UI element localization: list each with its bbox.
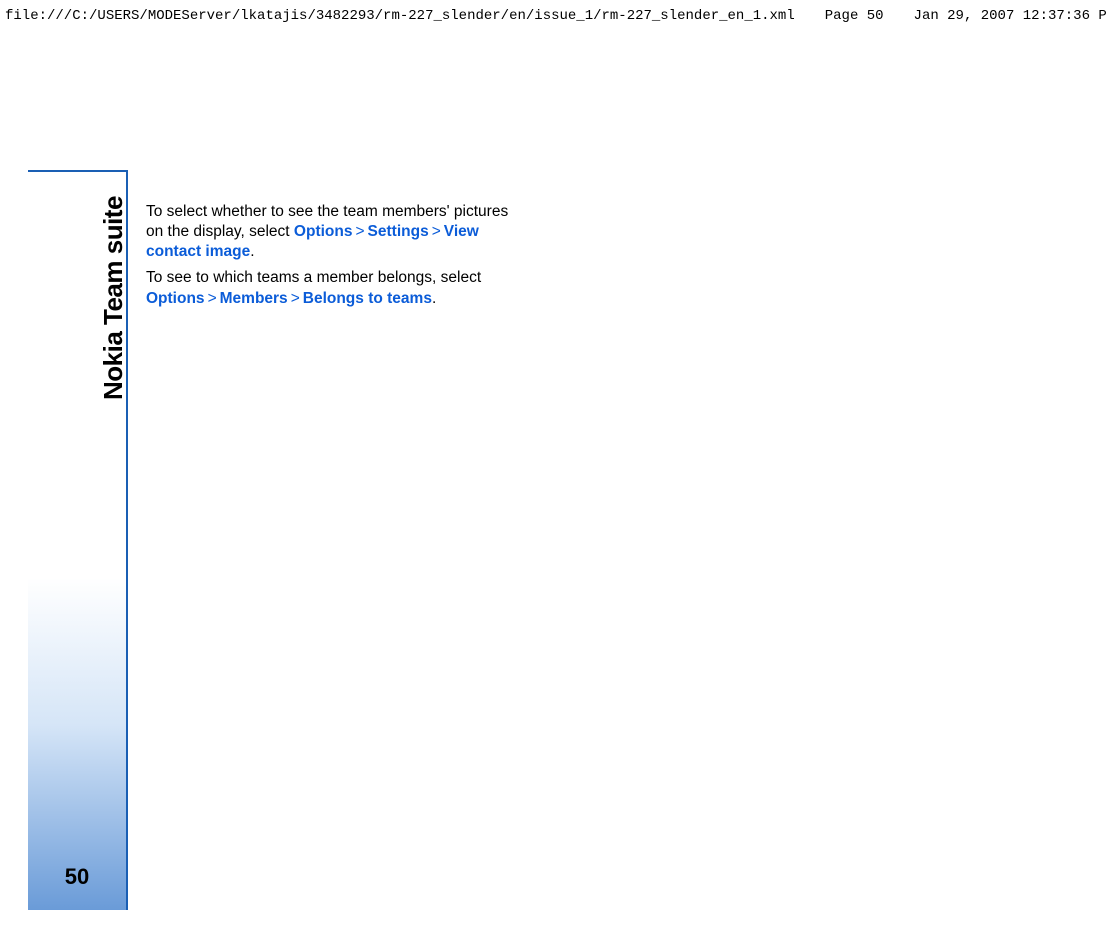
- para2-text: To see to which teams a member belongs, …: [146, 269, 481, 286]
- separator-icon: >: [432, 223, 441, 240]
- separator-icon: >: [355, 223, 364, 240]
- belongs-to-teams-link: Belongs to teams: [303, 290, 432, 307]
- page-label: Page 50: [825, 8, 884, 24]
- para1-end: .: [250, 243, 254, 260]
- separator-icon: >: [291, 290, 300, 307]
- separator-icon: >: [208, 290, 217, 307]
- content-area: To select whether to see the team member…: [128, 170, 528, 910]
- paragraph-1: To select whether to see the team member…: [146, 202, 528, 262]
- paragraph-2: To see to which teams a member belongs, …: [146, 268, 528, 308]
- options-link-2: Options: [146, 290, 205, 307]
- sidebar-title: Nokia Team suite: [98, 196, 129, 400]
- sidebar-title-wrapper: Nokia Team suite: [28, 172, 126, 412]
- page-header: file:///C:/USERS/MODEServer/lkatajis/348…: [0, 0, 1107, 32]
- options-link: Options: [294, 223, 353, 240]
- page-number: 50: [28, 864, 126, 890]
- document-page: Nokia Team suite 50 To select whether to…: [28, 170, 528, 910]
- para2-end: .: [432, 290, 436, 307]
- sidebar: Nokia Team suite 50: [28, 170, 128, 910]
- file-path: file:///C:/USERS/MODEServer/lkatajis/348…: [5, 8, 795, 24]
- timestamp: Jan 29, 2007 12:37:36 PM: [914, 8, 1107, 24]
- settings-link: Settings: [368, 223, 429, 240]
- members-link: Members: [220, 290, 288, 307]
